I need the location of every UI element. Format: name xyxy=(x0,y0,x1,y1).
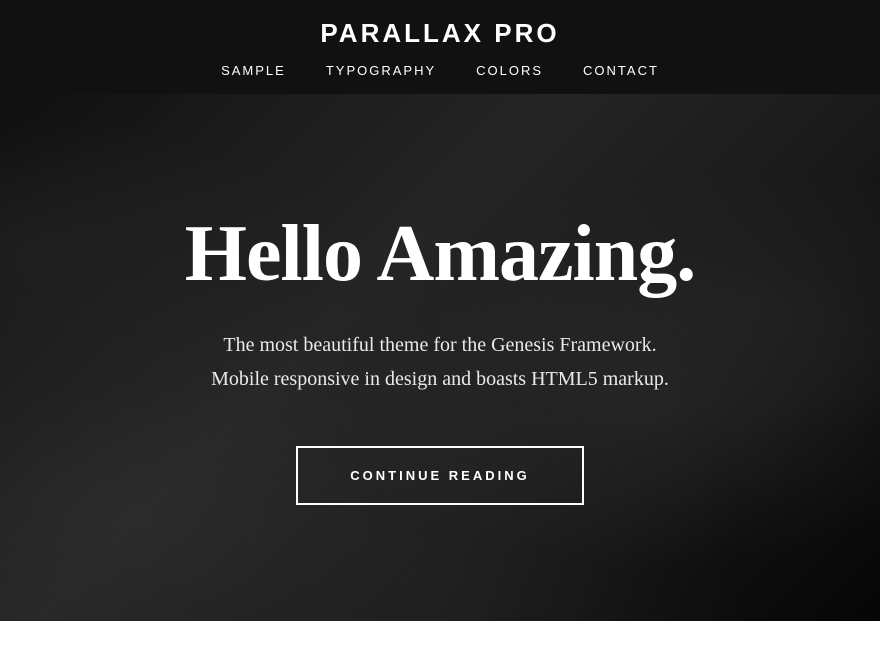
nav-item-sample[interactable]: SAMPLE xyxy=(221,63,286,78)
nav-item-colors[interactable]: COLORS xyxy=(476,63,543,78)
nav-item-typography[interactable]: TYPOGRAPHY xyxy=(326,63,436,78)
hero-content: Hello Amazing. The most beautiful theme … xyxy=(125,210,755,505)
site-nav: SAMPLE TYPOGRAPHY COLORS CONTACT xyxy=(0,63,880,78)
site-title: PARALLAX PRO xyxy=(0,18,880,49)
continue-reading-button[interactable]: CONTINUE READING xyxy=(296,446,583,505)
hero-subtext: The most beautiful theme for the Genesis… xyxy=(185,328,695,396)
hero-heading: Hello Amazing. xyxy=(185,210,695,298)
site-header: PARALLAX PRO SAMPLE TYPOGRAPHY COLORS CO… xyxy=(0,0,880,94)
hero-subtext-line2: Mobile responsive in design and boasts H… xyxy=(211,368,669,390)
nav-item-contact[interactable]: CONTACT xyxy=(583,63,659,78)
hero-section: Hello Amazing. The most beautiful theme … xyxy=(0,94,880,621)
hero-subtext-line1: The most beautiful theme for the Genesis… xyxy=(223,334,656,356)
